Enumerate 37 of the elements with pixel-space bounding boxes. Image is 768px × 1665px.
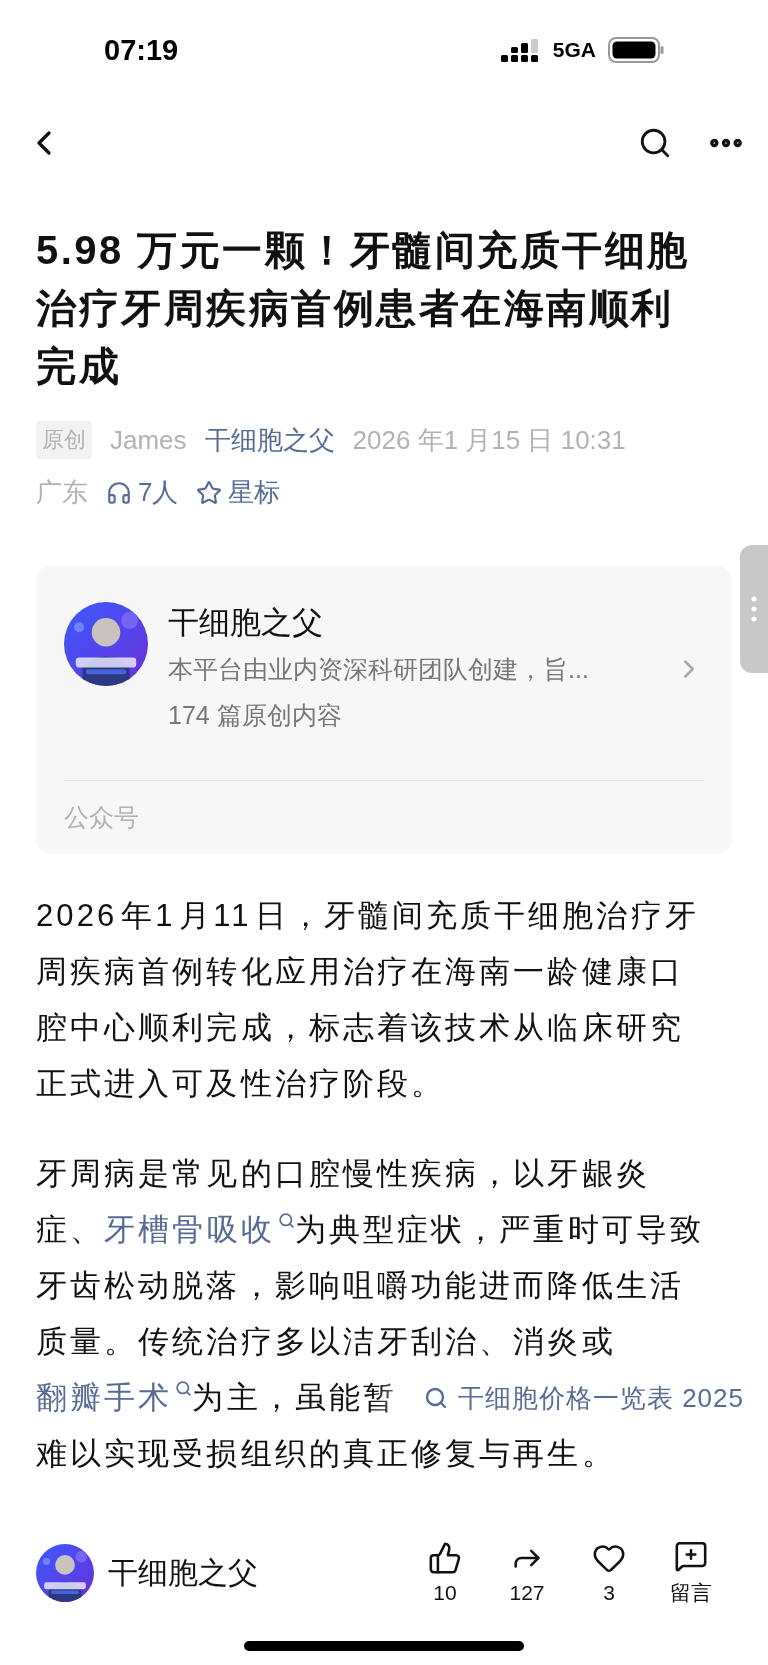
account-name: 干细胞之父 xyxy=(108,1554,259,1591)
heart-button[interactable]: 3 xyxy=(568,1541,650,1605)
search-icon xyxy=(175,1379,193,1397)
account-card[interactable]: 干细胞之父 本平台由业内资深科研团队创建，旨... 174 篇原创内容 公众号 xyxy=(36,566,732,854)
author-name: James xyxy=(110,424,187,456)
network-label: 5GA xyxy=(552,38,596,62)
paragraph: 2026 年1 月11 日，牙髓间充质干细胞治疗牙周疾病首例转化应用治疗在海南一龄健康口腔中心顺利完成，标志着该技术从临床研究正式进入可及性治疗阶段。 xyxy=(36,897,700,1103)
side-handle-icon[interactable] xyxy=(740,545,768,673)
headphones-icon xyxy=(106,479,132,506)
listen-button[interactable]: 7人 xyxy=(106,475,179,510)
battery-icon xyxy=(608,37,664,63)
search-suggestion[interactable]: 干细胞价格一览表 2025 xyxy=(409,1372,768,1424)
publish-date: 2026 年1 月15 日 10:31 xyxy=(352,423,626,457)
paragraph: 翻瓣手术 为主，虽能暂 xyxy=(36,1378,397,1417)
share-button[interactable]: 127 xyxy=(486,1541,568,1605)
link[interactable]: 翻瓣手术 xyxy=(36,1380,193,1415)
article-title: 5.98 万元一颗！牙髓间充质干细胞治疗牙周疾病首例患者在海南顺利完成 xyxy=(36,227,691,390)
location-label: 广东 xyxy=(36,476,88,509)
like-button[interactable]: 10 xyxy=(404,1541,486,1605)
link[interactable]: 牙槽骨吸收 xyxy=(104,1212,295,1247)
thumbs-up-icon xyxy=(428,1541,462,1575)
account-type: 公众号 xyxy=(64,803,139,831)
account-description: 本平台由业内资深科研团队创建，旨... xyxy=(168,654,589,685)
star-button[interactable]: 星标 xyxy=(196,475,281,510)
star-icon xyxy=(196,479,223,506)
search-icon xyxy=(423,1386,448,1410)
article-count: 174 篇原创内容 xyxy=(168,700,343,731)
search-icon xyxy=(277,1211,295,1229)
paragraph: 牙周病是常见的口腔慢性疾病，以牙龈炎症、牙槽骨吸收 为典型症状，严重时可导致牙齿松动脱落，影响咀嚼功能进而降低生活质量。传统治疗多以洁牙刮治、消炎或 xyxy=(36,1155,704,1361)
signal-icon xyxy=(500,37,541,63)
comment-icon xyxy=(674,1539,708,1573)
status-time: 07:19 xyxy=(104,33,179,67)
account-name: 干细胞之父 xyxy=(168,604,324,642)
account-link[interactable]: 干细胞之父 xyxy=(204,422,335,458)
comment-button[interactable]: 留言 xyxy=(650,1539,732,1607)
paragraph: 难以实现受损组织的真正修复与再生。 xyxy=(36,1435,617,1473)
original-tag: 原创 xyxy=(36,421,92,459)
